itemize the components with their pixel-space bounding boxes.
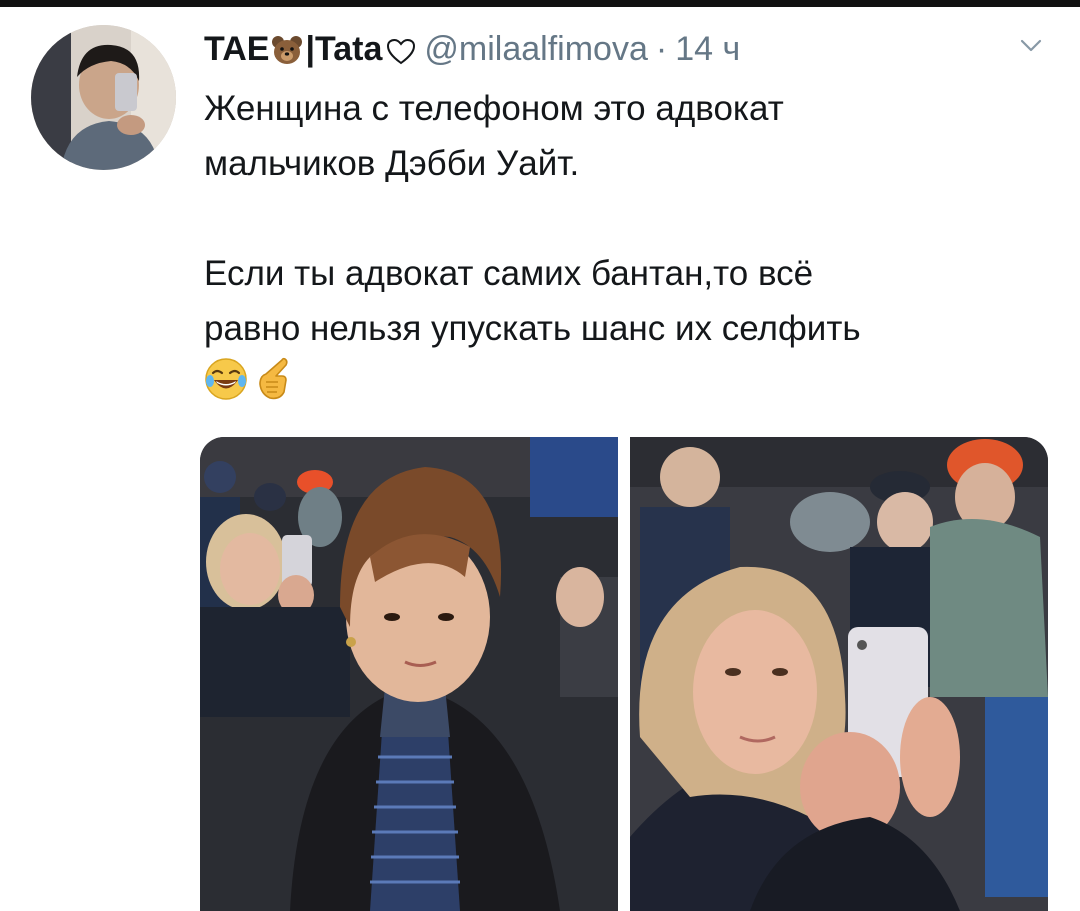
tweet-header: TAE | Tata @milaalfimova · 14 ч: [204, 27, 1024, 71]
emoji-row: [204, 356, 292, 406]
timestamp[interactable]: 14 ч: [675, 29, 740, 69]
tweet-text: Женщина с телефоном это адвокат мальчико…: [204, 81, 1034, 356]
photo-woman-taking-selfie[interactable]: [630, 437, 1048, 911]
status-bar-strip: [0, 0, 1080, 7]
tweet-text-line: Женщина с телефоном это адвокат: [204, 89, 784, 128]
pointing-hand-emoji: [252, 356, 292, 407]
tweet-text-line: равно нельзя упускать шанс их селфить: [204, 309, 861, 348]
photo-young-man-in-crowd[interactable]: [200, 437, 618, 911]
tweet-text-line: мальчиков Дэбби Уайт.: [204, 144, 580, 183]
tweet[interactable]: TAE | Tata @milaalfimova · 14 ч Женщина …: [0, 7, 1080, 911]
tweet-text-line: Если ты адвокат самих бантан,то всё: [204, 254, 814, 293]
chevron-down-icon[interactable]: [1020, 39, 1042, 53]
avatar[interactable]: [31, 25, 176, 170]
display-name-suffix[interactable]: Tata: [315, 29, 382, 69]
user-handle[interactable]: @milaalfimova: [424, 29, 647, 69]
display-name-prefix[interactable]: TAE: [204, 29, 269, 69]
heart-outline-icon: [386, 35, 416, 65]
laughing-tears-emoji: [204, 357, 248, 406]
separator-dot: ·: [655, 30, 668, 68]
name-separator: |: [305, 30, 315, 68]
bear-emoji: [271, 34, 303, 64]
media-grid: [200, 437, 1048, 911]
